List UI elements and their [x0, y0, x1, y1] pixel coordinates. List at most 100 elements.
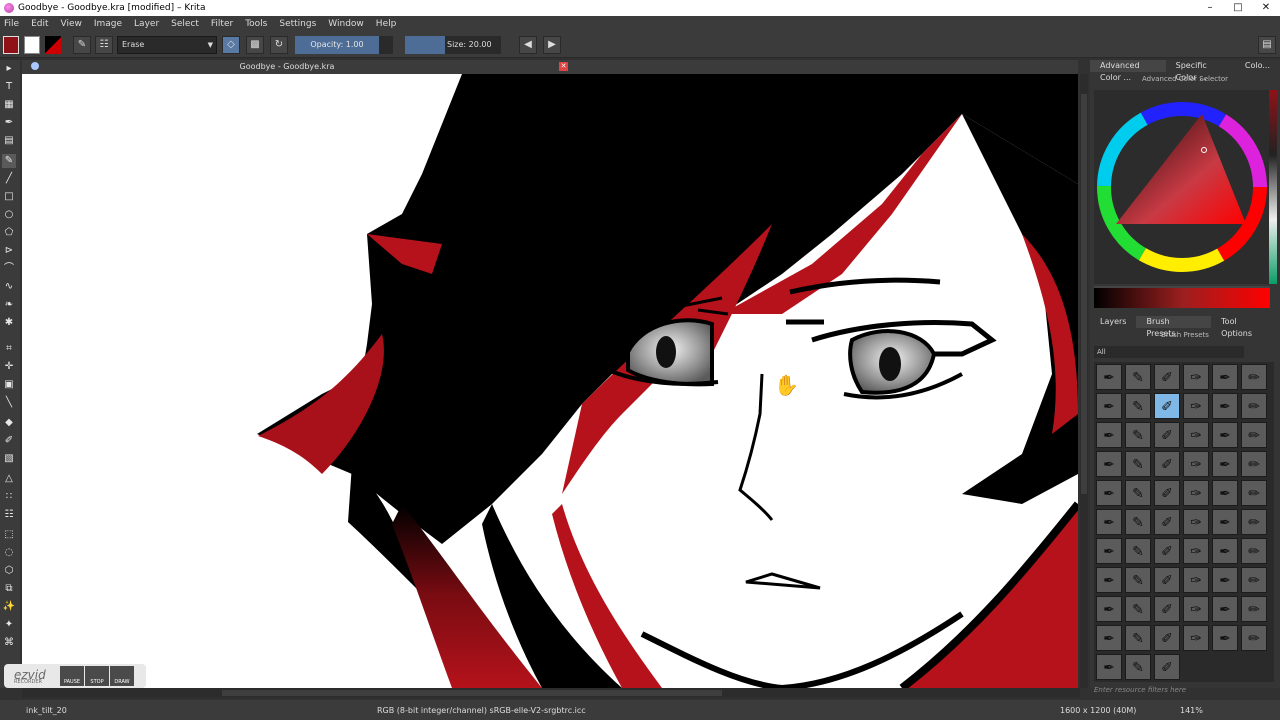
draw-button[interactable]: DRAW — [110, 666, 134, 686]
brush-preset-thumbnail[interactable]: ✒ — [1096, 480, 1122, 506]
brush-preset-thumbnail[interactable]: ✑ — [1183, 393, 1209, 419]
freehand-select-icon[interactable]: ⧉ — [2, 582, 16, 596]
tab-advanced-color[interactable]: Advanced Color ... — [1090, 60, 1166, 82]
color-wheel[interactable] — [1094, 90, 1270, 284]
workspace-icon[interactable]: ▤ — [1258, 36, 1276, 54]
line-tool-icon[interactable]: ╱ — [2, 172, 16, 186]
tab-specific-color[interactable]: Specific Color ... — [1166, 60, 1235, 82]
brush-preset-thumbnail[interactable]: ✒ — [1096, 567, 1122, 593]
brush-preset-thumbnail[interactable]: ✒ — [1096, 422, 1122, 448]
fill-tool-icon[interactable]: ◆ — [2, 416, 16, 430]
brush-preset-thumbnail[interactable]: ✒ — [1096, 625, 1122, 651]
menu-window[interactable]: Window — [328, 19, 364, 29]
brush-preset-thumbnail[interactable]: ✎ — [1125, 654, 1151, 680]
document-tab[interactable]: Goodbye - Goodbye.kra ✕ — [22, 60, 1078, 74]
brush-preset-thumbnail[interactable]: ✐ — [1154, 509, 1180, 535]
foreground-color-swatch[interactable] — [3, 36, 19, 54]
brush-preset-thumbnail[interactable]: ✏ — [1241, 625, 1267, 651]
pause-button[interactable]: PAUSE — [60, 666, 84, 686]
drawing-canvas[interactable]: ✋ — [22, 74, 1078, 688]
brush-preset-thumbnail[interactable]: ✒ — [1212, 480, 1238, 506]
move-tool-icon[interactable]: ✛ — [2, 360, 16, 374]
brush-preset-thumbnail[interactable]: ✒ — [1096, 393, 1122, 419]
advanced-color-selector[interactable] — [1094, 90, 1270, 284]
brush-preset-thumbnail[interactable]: ✒ — [1212, 509, 1238, 535]
color-shade-selector[interactable] — [1094, 286, 1270, 308]
eraser-mode-icon[interactable]: ◇ — [222, 36, 240, 54]
menu-tools[interactable]: Tools — [245, 19, 267, 29]
zoom-level[interactable]: 141% — [1180, 706, 1203, 715]
brush-preset-thumbnail[interactable]: ✑ — [1183, 625, 1209, 651]
brush-tag-select[interactable]: All — [1094, 346, 1244, 358]
measure-tool-icon[interactable]: ╲ — [2, 396, 16, 410]
brush-preset-thumbnail[interactable]: ✎ — [1125, 393, 1151, 419]
menu-image[interactable]: Image — [94, 19, 122, 29]
brush-preset-thumbnail[interactable]: ✒ — [1212, 596, 1238, 622]
freehand-path-icon[interactable]: ∿ — [2, 280, 16, 294]
menu-view[interactable]: View — [61, 19, 82, 29]
vertical-scroll-thumb[interactable] — [1081, 94, 1087, 494]
menu-edit[interactable]: Edit — [31, 19, 48, 29]
menu-settings[interactable]: Settings — [279, 19, 316, 29]
horizontal-scroll-thumb[interactable] — [222, 690, 722, 696]
brush-preset-thumbnail[interactable]: ✐ — [1154, 393, 1180, 419]
brush-preset-thumbnail[interactable]: ✎ — [1125, 451, 1151, 477]
brush-preset-thumbnail[interactable]: ✎ — [1125, 509, 1151, 535]
grid-tool-icon[interactable]: ☷ — [2, 508, 16, 522]
brush-preset-thumbnail[interactable]: ✐ — [1154, 364, 1180, 390]
brush-preset-thumbnail[interactable]: ✎ — [1125, 422, 1151, 448]
brush-preset-thumbnail[interactable]: ✒ — [1096, 364, 1122, 390]
mirror-vertical-icon[interactable]: ▶ — [543, 36, 561, 54]
brush-preset-thumbnail[interactable]: ✏ — [1241, 422, 1267, 448]
ellipse-select-icon[interactable]: ◌ — [2, 546, 16, 560]
brush-preset-thumbnail[interactable]: ✒ — [1096, 596, 1122, 622]
brush-preset-thumbnail[interactable]: ✒ — [1212, 625, 1238, 651]
brush-preset-thumbnail[interactable]: ✑ — [1183, 567, 1209, 593]
brush-preset-thumbnail[interactable]: ✐ — [1154, 654, 1180, 680]
brush-preset-thumbnail[interactable]: ✎ — [1125, 538, 1151, 564]
brush-preset-thumbnail[interactable]: ✑ — [1183, 364, 1209, 390]
color-history-strip[interactable] — [1269, 90, 1277, 284]
opacity-spin-arrows[interactable] — [379, 36, 393, 54]
perspective-grid-icon[interactable]: ∷ — [2, 490, 16, 504]
brush-preset-thumbnail[interactable]: ✒ — [1212, 364, 1238, 390]
text-tool-icon[interactable]: T — [2, 80, 16, 94]
brush-preset-thumbnail[interactable]: ✐ — [1154, 538, 1180, 564]
brush-preset-thumbnail[interactable]: ✐ — [1154, 451, 1180, 477]
brush-preset-thumbnail[interactable]: ✒ — [1212, 393, 1238, 419]
brush-preset-thumbnail[interactable]: ✑ — [1183, 509, 1209, 535]
brush-preset-thumbnail[interactable]: ✎ — [1125, 596, 1151, 622]
brush-preset-thumbnail[interactable]: ✐ — [1154, 480, 1180, 506]
close-document-icon[interactable]: ✕ — [559, 62, 568, 71]
brush-preset-thumbnail[interactable]: ✐ — [1154, 567, 1180, 593]
brush-preset-thumbnail[interactable]: ✐ — [1154, 596, 1180, 622]
brush-preset-thumbnail[interactable]: ✏ — [1241, 364, 1267, 390]
brush-preset-thumbnail[interactable]: ✐ — [1154, 422, 1180, 448]
brush-preset-thumbnail[interactable]: ✒ — [1212, 422, 1238, 448]
freehand-brush-icon[interactable]: ✎ — [2, 154, 16, 168]
brush-preset-thumbnail[interactable]: ✑ — [1183, 538, 1209, 564]
polygon-tool-icon[interactable]: ⬠ — [2, 226, 16, 240]
ellipse-tool-icon[interactable]: ○ — [2, 208, 16, 222]
horizontal-scrollbar[interactable] — [22, 688, 1080, 698]
polyline-tool-icon[interactable]: ⊳ — [2, 244, 16, 258]
transform-tool-icon[interactable]: ▣ — [2, 378, 16, 392]
brush-preset-thumbnail[interactable]: ✑ — [1183, 596, 1209, 622]
rectangle-tool-icon[interactable]: □ — [2, 190, 16, 204]
brush-preset-thumbnail[interactable]: ✏ — [1241, 538, 1267, 564]
rect-select-icon[interactable]: ⬚ — [2, 528, 16, 542]
bezier-tool-icon[interactable]: ⌒ — [2, 262, 16, 276]
brush-preset-thumbnail[interactable]: ✒ — [1212, 451, 1238, 477]
bezier-select-icon[interactable]: ⌘ — [2, 636, 16, 650]
swap-colors-icon[interactable] — [45, 36, 61, 54]
brush-preset-thumbnail[interactable]: ✏ — [1241, 596, 1267, 622]
tab-color-more[interactable]: Colo... — [1235, 60, 1280, 72]
brush-preset-thumbnail[interactable]: ✒ — [1212, 567, 1238, 593]
polygon-select-icon[interactable]: ⬡ — [2, 564, 16, 578]
vertical-scrollbar[interactable] — [1080, 74, 1088, 688]
reload-preset-icon[interactable]: ↻ — [270, 36, 288, 54]
size-slider[interactable] — [405, 36, 445, 54]
gradient-edit-icon[interactable]: ▦ — [2, 98, 16, 112]
size-value[interactable]: Size: 20.00 px — [445, 36, 501, 67]
brush-preset-thumbnail[interactable]: ✑ — [1183, 422, 1209, 448]
